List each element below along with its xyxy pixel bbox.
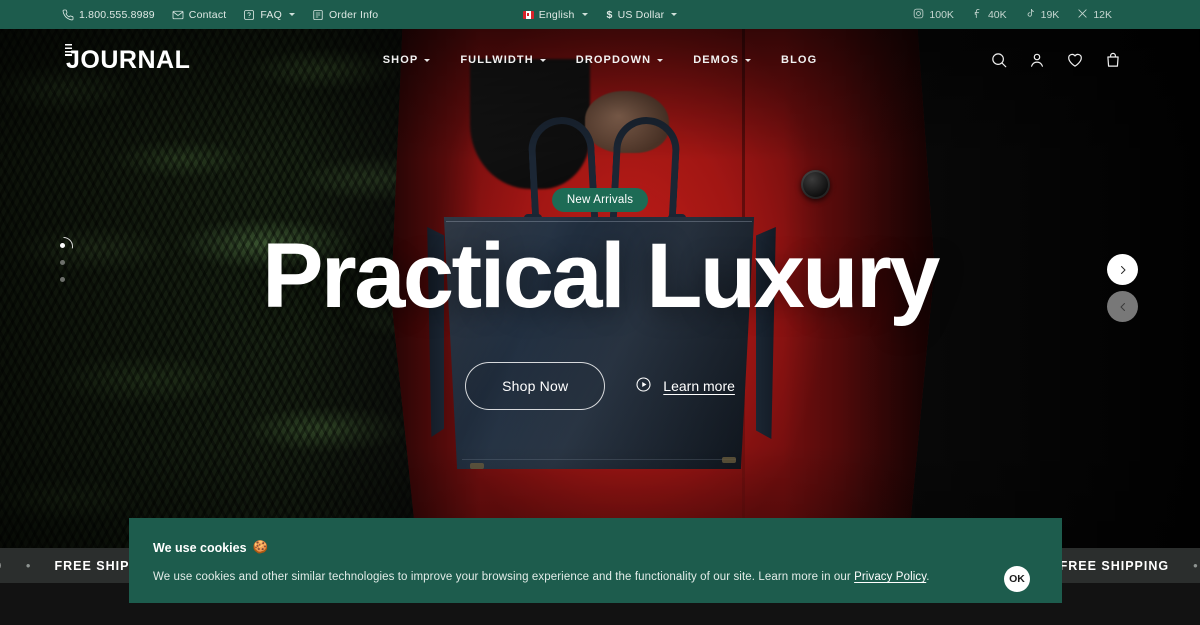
nav-label: SHOP (382, 54, 419, 66)
slider-pagination (60, 243, 65, 282)
order-info-label: Order Info (329, 8, 379, 21)
hero-badge: New Arrivals (551, 188, 649, 212)
social-tiktok[interactable]: 19K (1025, 8, 1060, 22)
chevron-down-icon (539, 58, 546, 62)
order-info-icon (312, 9, 324, 21)
nav-item-demos[interactable]: DEMOS (693, 54, 752, 66)
search-icon[interactable] (990, 51, 1008, 69)
chevron-down-icon (671, 13, 678, 16)
hero-actions: Shop Now Learn more (465, 362, 735, 410)
cookie-accept-button[interactable]: OK (1004, 566, 1030, 592)
chevron-down-icon (745, 58, 752, 62)
nav-item-blog[interactable]: BLOG (781, 54, 817, 66)
chevron-down-icon (581, 13, 588, 16)
wishlist-heart-icon[interactable] (1066, 51, 1084, 69)
chevron-left-icon (1120, 302, 1125, 311)
faq-link[interactable]: FAQ (243, 9, 295, 21)
logo-rest: OURNAL (80, 45, 191, 74)
language-label: English (538, 8, 575, 21)
tiktok-icon (1025, 8, 1036, 22)
topbar-left-group: 1.800.555.8989 Contact FAQ Order Info (62, 9, 378, 21)
shop-now-button[interactable]: Shop Now (465, 362, 606, 410)
cookie-consent-banner: We use cookies 🍪 We use cookies and othe… (129, 518, 1062, 603)
cookie-body: We use cookies and other similar technol… (153, 571, 1034, 583)
faq-label: FAQ (260, 8, 282, 21)
chevron-right-icon (1120, 265, 1125, 274)
cookie-body-text: We use cookies and other similar technol… (153, 571, 855, 583)
tiktok-count: 19K (1040, 8, 1060, 21)
x-icon (1077, 8, 1088, 22)
facebook-count: 40K (987, 8, 1007, 21)
logo[interactable]: J OURNAL (64, 43, 191, 75)
social-x[interactable]: 12K (1077, 8, 1112, 22)
nav-label: FULLWIDTH (460, 54, 534, 66)
cookie-body-tail: . (926, 571, 930, 583)
next-slide-button[interactable] (1107, 254, 1138, 285)
topbar-social-group: 100K 40K 19K 12K (913, 8, 1112, 22)
nav-item-dropdown[interactable]: DROPDOWN (575, 54, 664, 66)
nav-item-fullwidth[interactable]: FULLWIDTH (460, 54, 546, 66)
announcement-topbar: 1.800.555.8989 Contact FAQ Order Info En… (0, 0, 1200, 29)
chevron-down-icon (289, 13, 295, 16)
nav-label: DROPDOWN (575, 54, 652, 66)
language-selector[interactable]: English (522, 8, 588, 21)
phone-number: 1.800.555.8989 (79, 8, 155, 21)
nav-label: BLOG (781, 54, 818, 66)
nav-label: DEMOS (693, 54, 740, 66)
play-circle-icon (635, 376, 652, 396)
faq-icon (243, 9, 255, 21)
slider-dot-3[interactable] (60, 277, 65, 282)
learn-more-link[interactable]: Learn more (635, 376, 735, 396)
contact-label: Contact (188, 8, 227, 21)
flag-icon (522, 10, 534, 19)
instagram-icon (913, 8, 924, 22)
currency-symbol: $ (606, 8, 613, 21)
contact-link[interactable]: Contact (172, 9, 227, 21)
currency-label: US Dollar (617, 8, 665, 21)
slider-arrows (1107, 254, 1138, 322)
mail-icon (172, 9, 184, 21)
order-info-link[interactable]: Order Info (312, 9, 378, 21)
phone-link[interactable]: 1.800.555.8989 (62, 9, 155, 21)
hero-title: Practical Luxury (262, 225, 940, 327)
slider-dot-1[interactable] (60, 243, 65, 248)
social-instagram[interactable]: 100K (913, 8, 954, 22)
chevron-down-icon (657, 58, 664, 62)
cookie-emoji-icon: 🍪 (252, 540, 269, 554)
social-facebook[interactable]: 40K (972, 8, 1007, 22)
instagram-count: 100K (929, 8, 954, 21)
cart-bag-icon[interactable] (1104, 51, 1122, 69)
hero-content: New Arrivals Practical Luxury Shop Now L… (0, 29, 1200, 569)
learn-more-label: Learn more (663, 378, 735, 394)
slider-dot-2[interactable] (60, 260, 65, 265)
page-root: 1.800.555.8989 Contact FAQ Order Info En… (0, 0, 1200, 625)
cookie-title: We use cookies (153, 540, 247, 555)
logo-first-letter: J (64, 43, 81, 74)
x-count: 12K (1093, 8, 1112, 21)
nav-item-shop[interactable]: SHOP (383, 54, 431, 66)
cookie-title-row: We use cookies 🍪 (153, 540, 1034, 555)
privacy-policy-link[interactable]: Privacy Policy (854, 571, 926, 583)
header-icon-group (990, 51, 1122, 69)
phone-icon (62, 9, 74, 21)
facebook-icon (972, 8, 983, 22)
previous-slide-button[interactable] (1107, 291, 1138, 322)
account-icon[interactable] (1028, 51, 1046, 69)
currency-selector[interactable]: $ US Dollar (607, 9, 678, 21)
chevron-down-icon (424, 58, 431, 62)
site-header: J OURNAL SHOP FULLWIDTH DROPDOWN DEMOS BL… (0, 29, 1200, 91)
